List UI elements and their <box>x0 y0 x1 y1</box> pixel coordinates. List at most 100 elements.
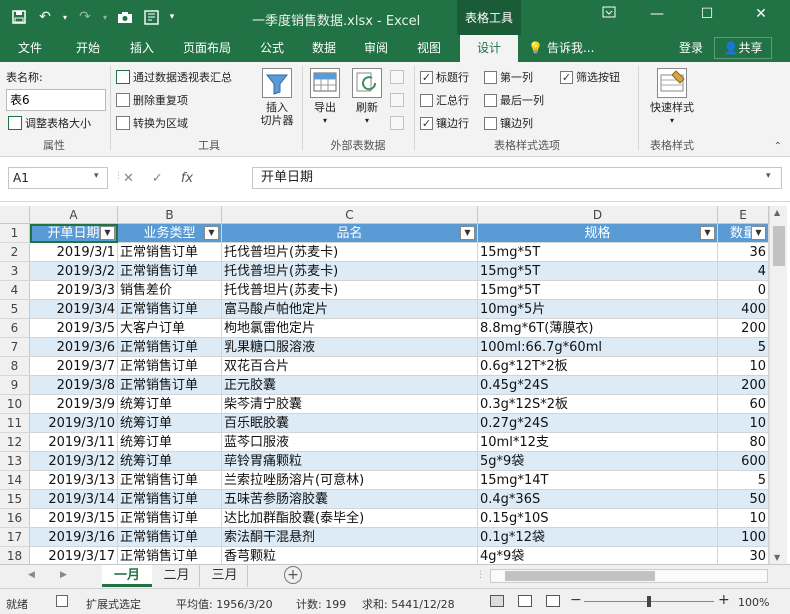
zoom-level[interactable]: 100% <box>738 596 769 609</box>
undo-icon[interactable]: ↶ <box>34 7 56 27</box>
tab-home[interactable]: 开始 <box>64 35 112 62</box>
filter-dropdown-icon[interactable]: ▼ <box>204 226 219 240</box>
cell-type[interactable]: 统筹订单 <box>118 414 222 433</box>
next-sheet-icon[interactable]: ▶ <box>60 570 67 580</box>
row-header[interactable]: 5 <box>0 300 30 319</box>
filter-dropdown-icon[interactable]: ▼ <box>751 226 766 240</box>
table-header-cell[interactable]: 规格 ▼ <box>478 224 718 243</box>
share-button[interactable]: 👤共享 <box>714 37 772 59</box>
tab-formulas[interactable]: 公式 <box>250 35 294 62</box>
prev-sheet-icon[interactable]: ◀ <box>28 570 35 580</box>
convert-to-range-button[interactable]: 转换为区域 <box>116 112 188 134</box>
cell-product[interactable]: 托伐普坦片(苏麦卡) <box>222 262 478 281</box>
cell-type[interactable]: 正常销售订单 <box>118 300 222 319</box>
redo-icon[interactable]: ↷ <box>74 7 96 27</box>
vertical-scroll-thumb[interactable] <box>773 226 785 266</box>
pivot-summary-button[interactable]: 通过数据透视表汇总 <box>116 66 232 88</box>
row-header[interactable]: 3 <box>0 262 30 281</box>
cell-product[interactable]: 正元胶囊 <box>222 376 478 395</box>
macro-record-icon[interactable] <box>56 595 68 607</box>
row-header[interactable]: 14 <box>0 471 30 490</box>
ribbon-display-icon[interactable] <box>594 6 624 22</box>
cell-product[interactable]: 托伐普坦片(苏麦卡) <box>222 281 478 300</box>
row-header[interactable]: 15 <box>0 490 30 509</box>
cell-type[interactable]: 销售差价 <box>118 281 222 300</box>
row-header[interactable]: 11 <box>0 414 30 433</box>
cell-spec[interactable]: 0.45g*24S <box>478 376 718 395</box>
cell-qty[interactable]: 0 <box>718 281 769 300</box>
column-header-d[interactable]: D <box>478 206 718 224</box>
cell-date[interactable]: 2019/3/6 <box>30 338 118 357</box>
cell-spec[interactable]: 4g*9袋 <box>478 547 718 564</box>
cell-type[interactable]: 统筹订单 <box>118 433 222 452</box>
customize-qat-icon[interactable]: ▾ <box>166 7 178 27</box>
cell-product[interactable]: 乳果糖口服溶液 <box>222 338 478 357</box>
open-browser-small-button[interactable] <box>390 89 404 111</box>
formula-input[interactable]: 开单日期 <box>252 167 782 189</box>
export-button[interactable]: 导出 ▾ <box>308 68 342 127</box>
cell-date[interactable]: 2019/3/9 <box>30 395 118 414</box>
row-header[interactable]: 17 <box>0 528 30 547</box>
column-header-a[interactable]: A <box>30 206 118 224</box>
vertical-scrollbar[interactable]: ▲ ▼ <box>769 206 787 564</box>
cell-product[interactable]: 蓝芩口服液 <box>222 433 478 452</box>
cell-type[interactable]: 统筹订单 <box>118 452 222 471</box>
cell-product[interactable]: 索法酮干混悬剂 <box>222 528 478 547</box>
cell-qty[interactable]: 10 <box>718 357 769 376</box>
scroll-up-icon[interactable]: ▲ <box>774 208 780 217</box>
cell-qty[interactable]: 10 <box>718 509 769 528</box>
redo-dropdown-icon[interactable]: ▾ <box>100 7 110 27</box>
cell-product[interactable]: 香芎颗粒 <box>222 547 478 564</box>
row-header[interactable]: 2 <box>0 243 30 262</box>
cell-spec[interactable]: 0.1g*12袋 <box>478 528 718 547</box>
cell-qty[interactable]: 400 <box>718 300 769 319</box>
row-header[interactable]: 1 <box>0 224 30 243</box>
table-name-input[interactable]: 表6 <box>6 89 106 111</box>
row-header[interactable]: 4 <box>0 281 30 300</box>
cell-qty[interactable]: 36 <box>718 243 769 262</box>
insert-slicer-button[interactable]: 插入 切片器 <box>254 68 300 127</box>
filter-dropdown-icon[interactable]: ▼ <box>100 226 115 240</box>
cell-spec[interactable]: 15mg*14T <box>478 471 718 490</box>
total-row-checkbox[interactable]: 汇总行 <box>420 89 469 111</box>
cell-date[interactable]: 2019/3/1 <box>30 243 118 262</box>
row-header[interactable]: 18 <box>0 547 30 564</box>
maximize-icon[interactable]: ☐ <box>692 6 722 22</box>
cell-spec[interactable]: 0.6g*12T*2板 <box>478 357 718 376</box>
cell-qty[interactable]: 30 <box>718 547 769 564</box>
collapse-ribbon-icon[interactable]: ⌃ <box>774 141 782 152</box>
banded-rows-checkbox[interactable]: ✓ 镶边行 <box>420 112 469 134</box>
row-header[interactable]: 12 <box>0 433 30 452</box>
cell-date[interactable]: 2019/3/4 <box>30 300 118 319</box>
row-header[interactable]: 7 <box>0 338 30 357</box>
cell-product[interactable]: 兰索拉唑肠溶片(可意林) <box>222 471 478 490</box>
cell-spec[interactable]: 8.8mg*6T(薄膜衣) <box>478 319 718 338</box>
cell-type[interactable]: 正常销售订单 <box>118 509 222 528</box>
cell-qty[interactable]: 4 <box>718 262 769 281</box>
tab-insert[interactable]: 插入 <box>118 35 166 62</box>
form-icon[interactable] <box>140 7 162 27</box>
zoom-in-icon[interactable]: + <box>718 592 730 608</box>
cell-date[interactable]: 2019/3/14 <box>30 490 118 509</box>
cell-qty[interactable]: 5 <box>718 338 769 357</box>
row-header[interactable]: 16 <box>0 509 30 528</box>
cell-product[interactable]: 双花百合片 <box>222 357 478 376</box>
cell-type[interactable]: 正常销售订单 <box>118 490 222 509</box>
cancel-icon[interactable]: ✕ <box>123 171 134 186</box>
table-header-cell[interactable]: 数量 ▼ <box>718 224 769 243</box>
cell-qty[interactable]: 50 <box>718 490 769 509</box>
tell-me-box[interactable]: 💡 告诉我... <box>528 35 608 62</box>
tab-design[interactable]: 设计 <box>460 35 518 62</box>
row-header[interactable]: 9 <box>0 376 30 395</box>
enter-icon[interactable]: ✓ <box>152 171 163 186</box>
page-break-view-icon[interactable] <box>546 595 560 607</box>
quick-styles-button[interactable]: 快速样式 ▾ <box>644 68 700 127</box>
cell-date[interactable]: 2019/3/8 <box>30 376 118 395</box>
cell-type[interactable]: 正常销售订单 <box>118 376 222 395</box>
cell-type[interactable]: 正常销售订单 <box>118 243 222 262</box>
horizontal-scrollbar[interactable] <box>490 569 768 583</box>
cell-type[interactable]: 正常销售订单 <box>118 338 222 357</box>
cell-date[interactable]: 2019/3/5 <box>30 319 118 338</box>
normal-view-icon[interactable] <box>490 595 504 607</box>
minimize-icon[interactable]: — <box>642 6 672 22</box>
